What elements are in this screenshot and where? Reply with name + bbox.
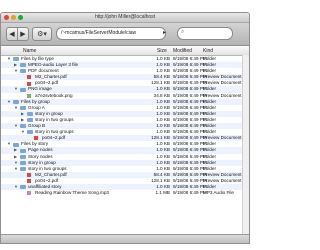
folder-icon [27, 112, 33, 117]
folder-icon [13, 57, 19, 62]
folder-icon [20, 87, 26, 92]
file-size: 1.1 MB [155, 190, 170, 196]
file-row[interactable]: Reading Rainbow Theme Song.mp3 1.1 MB 9/19… [1, 190, 249, 196]
path-arrow-icon[interactable]: ▸ [163, 29, 166, 36]
folder-icon [20, 105, 26, 110]
search-icon: ⌕ [181, 29, 185, 35]
column-headers: Name Size Modified Kind [1, 46, 249, 56]
folder-icon [20, 124, 26, 129]
pdf-icon [27, 81, 31, 86]
finder-window: http://john Miller@localhost ◀ ▶ ⚙▾ /~mc… [0, 12, 250, 244]
modified-column-header[interactable]: Modified [173, 48, 192, 54]
window-title: http://john Miller@localhost [94, 14, 156, 20]
folder-icon [20, 185, 26, 190]
pdf-icon [27, 75, 31, 80]
file-list: ▼ Files by file type 1.0 KB 9/19/08 6:49 PM… [1, 56, 249, 196]
pdf-icon [27, 179, 31, 184]
file-modified-date: 9/19/08 6:49 PM [173, 190, 207, 196]
folder-icon [20, 148, 26, 153]
file-name: Reading Rainbow Theme Song.mp3 [35, 190, 109, 196]
pdf-icon [27, 172, 31, 177]
file-kind: MP3 Audio File [203, 190, 234, 196]
size-column-header[interactable]: Size [157, 48, 167, 54]
vertical-scrollbar[interactable] [242, 55, 249, 235]
path-field[interactable]: /~mcamus/FileServerModule/ciaw [56, 27, 166, 40]
folder-icon [20, 69, 26, 74]
folder-icon [20, 154, 26, 159]
image-icon [27, 93, 31, 98]
name-column-header[interactable]: Name [23, 48, 36, 54]
folder-icon [27, 130, 33, 135]
folder-icon [13, 142, 19, 147]
title-bar[interactable]: http://john Miller@localhost [1, 13, 249, 23]
folder-icon [20, 63, 26, 68]
action-menu-button[interactable]: ⚙▾ [32, 27, 52, 41]
kind-column-header[interactable]: Kind [203, 48, 213, 54]
forward-button[interactable]: ▶ [17, 27, 29, 41]
folder-icon [13, 99, 19, 104]
status-bar [1, 234, 249, 243]
folder-icon [27, 118, 33, 123]
folder-icon [20, 166, 26, 171]
search-input[interactable]: ⌕ [177, 27, 233, 40]
audio-icon [27, 191, 31, 196]
pdf-icon [34, 136, 38, 141]
folder-icon [20, 160, 26, 165]
toolbar: ◀ ▶ ⚙▾ /~mcamus/FileServerModule/ciaw ▸ … [1, 23, 249, 46]
